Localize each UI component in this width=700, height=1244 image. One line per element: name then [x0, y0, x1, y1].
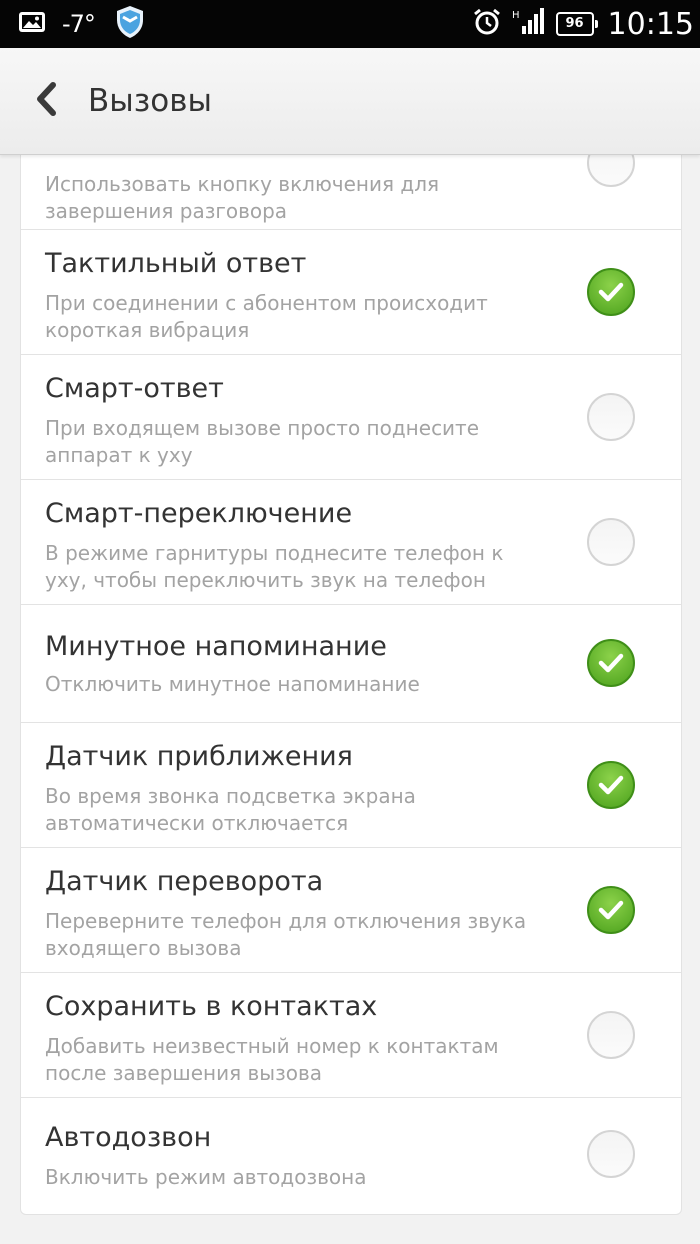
setting-title: Смарт-переключение [45, 498, 353, 529]
setting-description: При входящем вызове просто поднесите апп… [45, 416, 480, 467]
settings-card: Сброс кнопкой питанияИспользовать кнопку… [20, 154, 682, 1215]
setting-row[interactable]: Датчик переворота Переверните телефон для… [21, 848, 681, 973]
shield-icon [115, 5, 145, 43]
back-button[interactable] [26, 78, 66, 124]
chevron-left-icon [34, 81, 58, 121]
setting-checkbox[interactable] [587, 268, 635, 316]
setting-row[interactable]: Смарт-переключение В режиме гарнитуры под… [21, 480, 681, 605]
signal-icon: H [512, 8, 544, 40]
setting-row[interactable]: Автодозвон Включить режим автодозвона [21, 1098, 681, 1214]
setting-checkbox[interactable] [587, 1011, 635, 1059]
setting-description: Использовать кнопку включения для заверш… [45, 172, 440, 223]
setting-checkbox[interactable] [587, 1130, 635, 1178]
settings-scroll[interactable]: Сброс кнопкой питанияИспользовать кнопку… [0, 154, 700, 1244]
setting-title: Сохранить в контактах [45, 991, 378, 1022]
image-icon [18, 10, 46, 38]
setting-row[interactable]: Минутное напоминание Отключить минутное н… [21, 605, 681, 723]
setting-title: Смарт-ответ [45, 373, 224, 404]
setting-row[interactable]: Тактильный ответ При соединении с абонент… [21, 230, 681, 355]
setting-description: В режиме гарнитуры поднесите телефон к у… [45, 541, 504, 592]
setting-checkbox[interactable] [587, 393, 635, 441]
setting-title: Тактильный ответ [45, 248, 307, 279]
page-title: Вызовы [88, 83, 212, 119]
setting-title: Автодозвон [45, 1122, 212, 1153]
setting-title: Датчик переворота [45, 866, 324, 897]
battery-icon: 96 [555, 12, 598, 36]
setting-row[interactable]: Сохранить в контактах Добавить неизвестны… [21, 973, 681, 1098]
temperature-text: -7° [62, 10, 96, 38]
setting-row[interactable]: Сброс кнопкой питанияИспользовать кнопку… [21, 154, 681, 230]
setting-checkbox[interactable] [587, 886, 635, 934]
setting-checkbox[interactable] [587, 761, 635, 809]
app-bar: Вызовы [0, 48, 700, 155]
status-bar: -7° H 96 10:15 [0, 0, 700, 48]
setting-row[interactable]: Смарт-ответ При входящем вызове просто по… [21, 355, 681, 480]
setting-row[interactable]: Датчик приближения Во время звонка подсве… [21, 723, 681, 848]
setting-description: Во время звонка подсветка экрана автомат… [45, 784, 416, 835]
setting-description: Включить режим автодозвона [45, 1165, 367, 1189]
alarm-icon [472, 7, 502, 41]
setting-description: Добавить неизвестный номер к контактам п… [45, 1034, 499, 1085]
setting-checkbox[interactable] [587, 154, 635, 187]
setting-description: Переверните телефон для отключения звука… [45, 909, 527, 960]
setting-checkbox[interactable] [587, 639, 635, 687]
setting-checkbox[interactable] [587, 518, 635, 566]
setting-title: Датчик приближения [45, 741, 353, 772]
setting-title: Минутное напоминание [45, 631, 387, 662]
clock-text: 10:15 [607, 6, 694, 42]
setting-description: При соединении с абонентом происходит ко… [45, 291, 488, 342]
setting-description: Отключить минутное напоминание [45, 672, 420, 696]
svg-text:H: H [512, 10, 520, 21]
